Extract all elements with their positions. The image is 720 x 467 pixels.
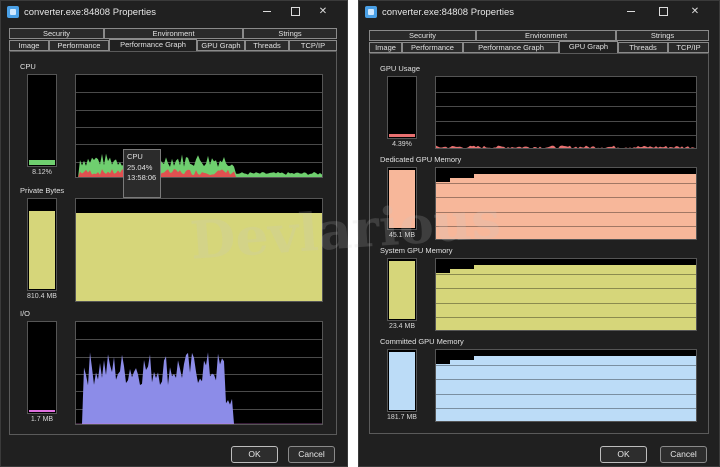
- tab-image[interactable]: Image: [369, 42, 402, 53]
- maximize-icon: [658, 6, 668, 16]
- tab-image[interactable]: Image: [9, 40, 49, 51]
- tooltip-time: 13:58:06: [127, 173, 157, 182]
- cpu-graph-plot: [76, 92, 322, 177]
- maximize-button[interactable]: [649, 3, 677, 21]
- private-bytes-meter-fill: [29, 211, 55, 289]
- io-area: [76, 352, 322, 424]
- window-title: converter.exe:84808 Properties: [24, 7, 157, 18]
- system-gpu-memory-graph: [435, 258, 697, 331]
- committed-graph-plot: [436, 356, 696, 421]
- ok-button[interactable]: OK: [231, 446, 278, 463]
- system-meter-value: 23.4 MB: [388, 323, 416, 330]
- tab-tcpip[interactable]: TCP/IP: [289, 40, 337, 51]
- tooltip-value: 25.04%: [127, 162, 153, 172]
- minimize-button[interactable]: [617, 3, 645, 21]
- maximize-icon: [290, 6, 300, 16]
- app-icon: [7, 6, 19, 18]
- io-meter: [27, 321, 57, 414]
- io-graph-plot: [76, 339, 322, 424]
- close-icon: ✕: [318, 6, 328, 17]
- app-icon: [365, 6, 377, 18]
- io-meter-value: 1.7 MB: [30, 416, 54, 423]
- minimize-icon: [263, 10, 271, 12]
- gpu-usage-graph-plot: [436, 92, 696, 148]
- tab-security[interactable]: Security: [9, 28, 104, 39]
- tab-performance[interactable]: Performance: [402, 42, 463, 53]
- io-meter-fill: [29, 410, 55, 412]
- close-button[interactable]: ✕: [309, 3, 337, 21]
- tab-environment[interactable]: Environment: [476, 30, 616, 41]
- committed-meter-fill: [389, 352, 415, 410]
- close-button[interactable]: ✕: [681, 3, 709, 21]
- gpu-usage-area: [436, 145, 695, 148]
- dedicated-gpu-memory-label: Dedicated GPU Memory: [380, 155, 462, 164]
- tab-strings[interactable]: Strings: [616, 30, 709, 41]
- tab-performance-graph[interactable]: Performance Graph: [463, 42, 559, 53]
- gpu-usage-graph: [435, 76, 697, 149]
- right-titlebar[interactable]: converter.exe:84808 Properties ✕: [359, 1, 719, 25]
- left-titlebar[interactable]: converter.exe:84808 Properties ✕: [1, 1, 347, 25]
- window-title: converter.exe:84808 Properties: [382, 7, 515, 18]
- tab-threads[interactable]: Threads: [245, 40, 289, 51]
- tab-environment[interactable]: Environment: [104, 28, 243, 39]
- committed-gpu-memory-label: Committed GPU Memory: [380, 337, 464, 346]
- close-icon: ✕: [690, 6, 700, 17]
- private-bytes-start: [76, 301, 82, 302]
- cpu-meter-value: 8.12%: [32, 169, 52, 176]
- io-label: I/O: [20, 309, 31, 318]
- cpu-meter: [27, 74, 57, 167]
- system-graph-plot: [436, 265, 696, 330]
- cancel-button[interactable]: Cancel: [288, 446, 335, 463]
- private-bytes-meter-value: 810.4 MB: [27, 293, 57, 300]
- ok-button[interactable]: OK: [600, 446, 647, 463]
- tab-performance[interactable]: Performance: [49, 40, 109, 51]
- minimize-icon: [627, 10, 635, 12]
- committed-meter-value: 181.7 MB: [387, 414, 417, 421]
- cpu-graph: [75, 74, 323, 178]
- private-bytes-label: Private Bytes: [20, 186, 65, 195]
- gpu-usage-meter-fill: [389, 134, 415, 137]
- private-bytes-meter: [27, 198, 57, 291]
- committed-gpu-memory-meter: [387, 349, 417, 412]
- tab-gpu-graph[interactable]: GPU Graph: [197, 40, 245, 51]
- maximize-button[interactable]: [281, 3, 309, 21]
- tooltip-name: CPU: [127, 152, 143, 161]
- gpu-usage-meter: [387, 76, 417, 139]
- system-meter-fill: [389, 261, 415, 319]
- minimize-button[interactable]: [253, 3, 281, 21]
- tab-threads[interactable]: Threads: [618, 42, 668, 53]
- gpu-usage-label: GPU Usage: [380, 64, 421, 73]
- cpu-meter-fill: [29, 160, 55, 165]
- cancel-button[interactable]: Cancel: [660, 446, 707, 463]
- io-graph: [75, 321, 323, 425]
- system-gpu-memory-meter: [387, 258, 417, 321]
- tab-tcpip[interactable]: TCP/IP: [668, 42, 709, 53]
- tab-strings[interactable]: Strings: [243, 28, 337, 39]
- tab-security[interactable]: Security: [369, 30, 476, 41]
- committed-gpu-memory-graph: [435, 349, 697, 422]
- cpu-tooltip: CPU 25.04% 13:58:06: [123, 149, 161, 198]
- gpu-usage-meter-value: 4.39%: [392, 141, 412, 148]
- cpu-label: CPU: [20, 62, 36, 71]
